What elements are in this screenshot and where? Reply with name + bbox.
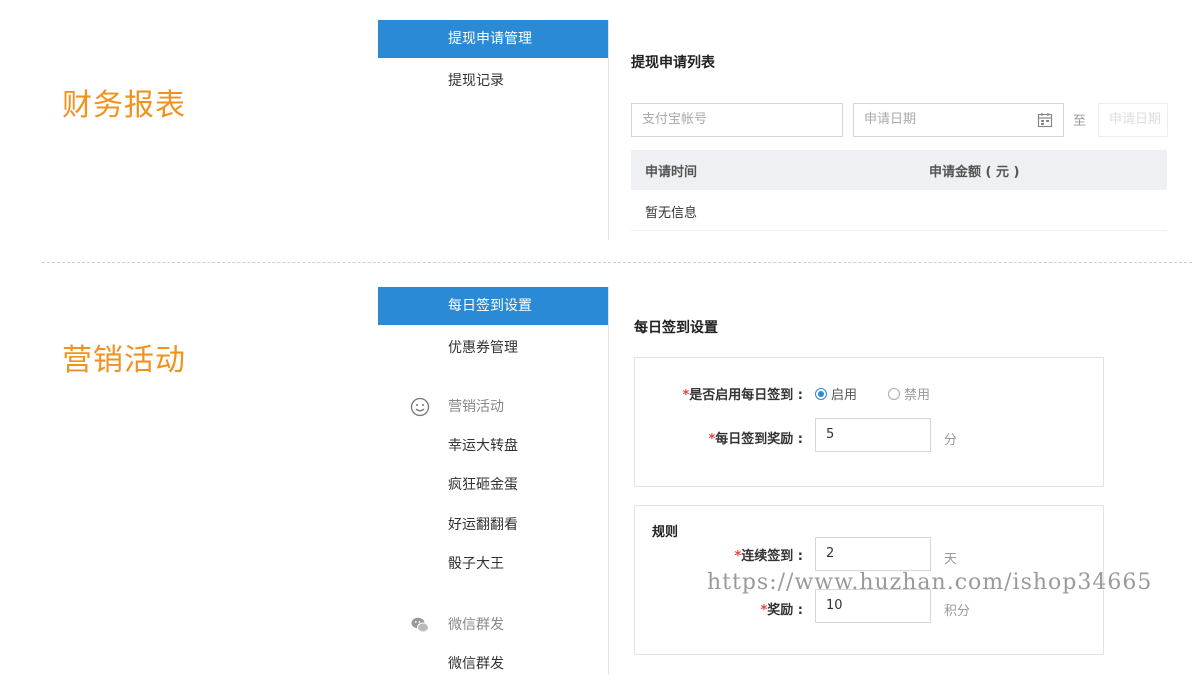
- apply-date-start-placeholder: 申请日期: [864, 112, 917, 127]
- menu-item-wechat-broadcast[interactable]: 微信群发: [378, 645, 608, 683]
- bonus-label: *奖励 :: [760, 603, 803, 618]
- menu-divider: [608, 20, 609, 240]
- wechat-icon: [411, 617, 429, 633]
- menu-group-marketing: 营销活动: [378, 388, 608, 426]
- smiley-icon: [410, 397, 430, 417]
- panel-title-withdraw-list: 提现申请列表: [631, 55, 715, 71]
- disable-option-label[interactable]: 禁用: [904, 384, 930, 403]
- enable-radio[interactable]: [815, 388, 827, 400]
- apply-date-start-input[interactable]: 申请日期: [853, 103, 1064, 137]
- empty-message: 暂无信息: [645, 206, 698, 221]
- table-row: 暂无信息: [631, 190, 1167, 231]
- apply-date-end-input[interactable]: 申请日期: [1098, 103, 1168, 137]
- bonus-points-unit: 积分: [944, 604, 971, 619]
- menu-group-label: 营销活动: [448, 399, 504, 415]
- menu-item-golden-egg[interactable]: 疯狂砸金蛋: [378, 466, 608, 504]
- menu-item-flip-cards[interactable]: 好运翻翻看: [378, 506, 608, 544]
- menu-item-dice-king[interactable]: 骰子大王: [378, 545, 608, 583]
- menu-group-label: 微信群发: [448, 617, 504, 633]
- consecutive-signin-label: *连续签到 :: [734, 549, 803, 564]
- rules-title: 规则: [652, 525, 679, 540]
- withdraw-table-header: 申请时间 申请金额 ( 元 ): [631, 150, 1167, 190]
- daily-reward-label: *每日签到奖励 :: [708, 432, 803, 447]
- alipay-account-input[interactable]: 支付宝帐号: [631, 103, 843, 137]
- enable-option-label[interactable]: 启用: [831, 384, 857, 403]
- col-apply-time: 申请时间: [645, 165, 698, 180]
- section-title-finance: 财务报表: [62, 88, 186, 123]
- disable-radio[interactable]: [888, 388, 900, 400]
- section-title-marketing: 营销活动: [62, 343, 186, 378]
- date-range-to-label: 至: [1073, 114, 1087, 129]
- menu-divider: [608, 287, 609, 675]
- consecutive-days-input[interactable]: 2: [815, 537, 931, 571]
- menu-item-lucky-wheel[interactable]: 幸运大转盘: [378, 427, 608, 465]
- menu-group-wechat: 微信群发: [378, 606, 608, 644]
- daily-reward-unit: 分: [944, 433, 958, 448]
- section-divider: [42, 262, 1192, 263]
- col-apply-amount: 申请金额 ( 元 ): [929, 165, 1020, 180]
- menu-item-withdraw-manage[interactable]: 提现申请管理: [378, 20, 608, 58]
- menu-item-daily-signin[interactable]: 每日签到设置: [378, 287, 608, 325]
- panel-title-daily-signin: 每日签到设置: [634, 320, 718, 336]
- menu-item-withdraw-records[interactable]: 提现记录: [378, 62, 608, 100]
- enable-signin-label: *是否启用每日签到 :: [682, 388, 803, 403]
- daily-reward-input[interactable]: 5: [815, 418, 931, 452]
- watermark-text: https://www.huzhan.com/ishop34665: [707, 570, 1153, 595]
- calendar-icon[interactable]: [1037, 112, 1053, 128]
- menu-item-coupon-manage[interactable]: 优惠券管理: [378, 329, 608, 367]
- consecutive-days-unit: 天: [944, 552, 958, 567]
